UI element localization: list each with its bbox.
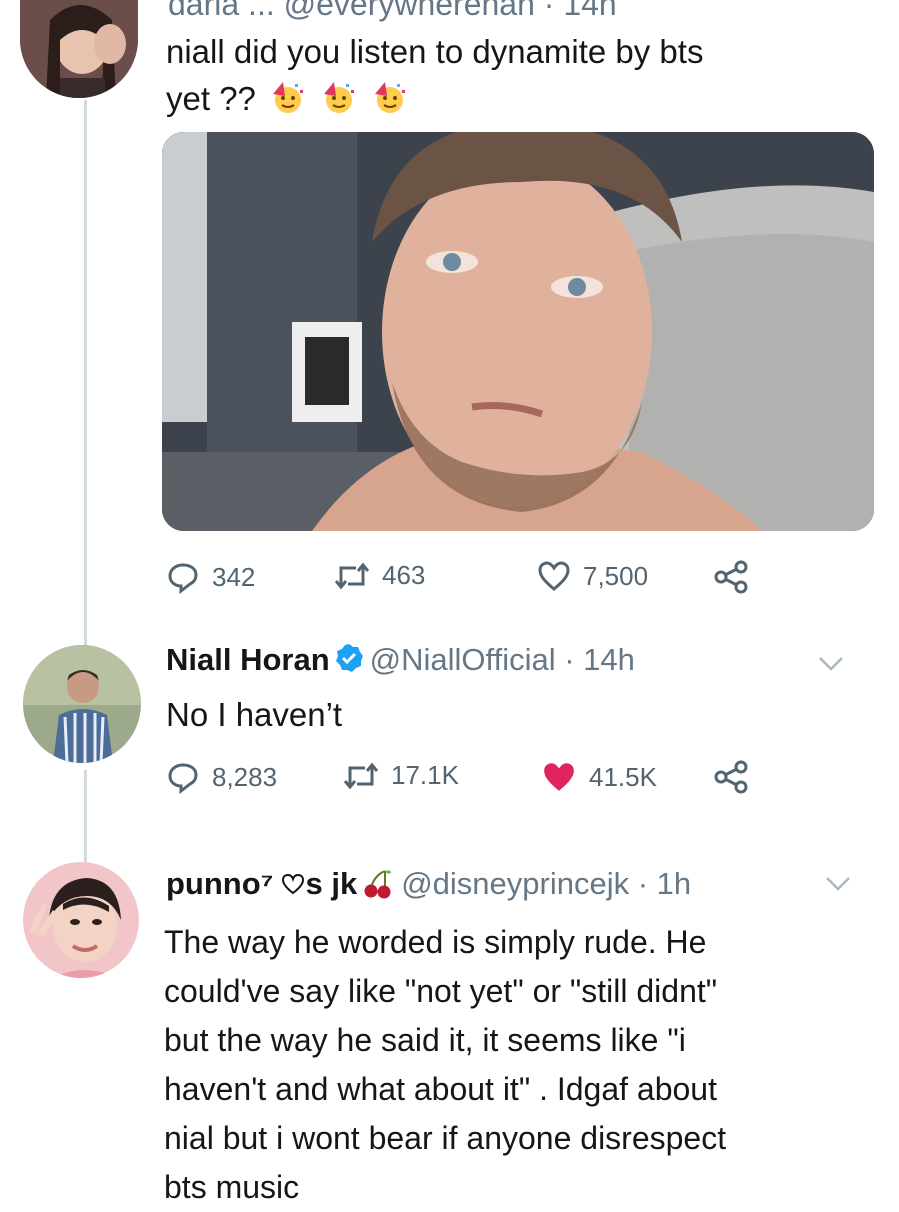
- niall-like-button[interactable]: 41.5K: [541, 760, 657, 794]
- chevron-down-icon[interactable]: [818, 656, 844, 672]
- top-reply-count: 342: [212, 561, 256, 592]
- niall-tweet-header: Niall Horan @NiallOfficial · 14h: [166, 642, 635, 678]
- punno-name-part1: punno⁷: [166, 866, 274, 901]
- heart-outline-icon: [282, 873, 305, 895]
- punno-text-line: bts music: [164, 1169, 300, 1205]
- punno-display-name[interactable]: punno⁷ s jk: [166, 866, 401, 901]
- niall-reply-count: 8,283: [212, 761, 278, 792]
- thread-line-top: [84, 100, 87, 648]
- niall-retweet-button[interactable]: 17.1K: [343, 760, 459, 791]
- partying-face-emoji-icon: [324, 82, 355, 113]
- top-reply-button[interactable]: 342: [166, 560, 255, 594]
- top-share-button[interactable]: [713, 560, 749, 594]
- niall-display-name[interactable]: Niall Horan: [166, 642, 330, 677]
- reply-icon: [168, 563, 198, 594]
- reply-icon: [168, 763, 198, 794]
- top-retweet-button[interactable]: 463: [334, 560, 425, 591]
- avatar-niall[interactable]: [23, 645, 141, 763]
- top-retweet-count: 463: [382, 560, 426, 590]
- share-icon: [714, 760, 748, 794]
- verified-badge-icon: [335, 644, 363, 672]
- tweet-photo[interactable]: [162, 132, 874, 531]
- partying-face-emoji-icon: [375, 82, 406, 113]
- retweet-icon: [334, 562, 370, 589]
- punno-text-line: could've say like "not yet" or "still di…: [164, 973, 718, 1009]
- niall-handle[interactable]: @NiallOfficial · 14h: [370, 642, 635, 677]
- heart-filled-icon: [544, 763, 574, 791]
- punno-text-line: but the way he said it, it seems like "i: [164, 1022, 686, 1058]
- niall-retweet-count: 17.1K: [391, 760, 459, 790]
- top-tweet-text: niall did you listen to dynamite by bts …: [166, 27, 866, 123]
- thread-line-middle: [84, 770, 87, 865]
- cherry-emoji-icon: [364, 870, 392, 899]
- top-tweet-line-2-text: yet ??: [166, 80, 256, 117]
- punno-tweet-text: The way he worded is simply rude. He cou…: [164, 918, 884, 1212]
- retweet-icon: [343, 762, 379, 789]
- top-tweet-line-2: yet ??: [166, 74, 866, 123]
- punno-text-line: nial but i wont bear if anyone disrespec…: [164, 1120, 727, 1156]
- partying-face-emoji-icon: [273, 82, 304, 113]
- top-tweet-line-1: niall did you listen to dynamite by bts: [166, 33, 704, 70]
- share-icon: [714, 560, 748, 594]
- top-like-button[interactable]: 7,500: [537, 560, 648, 592]
- punno-text-line: haven't and what about it" . Idgaf about: [164, 1071, 717, 1107]
- chevron-down-icon[interactable]: [825, 876, 851, 892]
- top-tweet-header-cut: daria ... @everywherehan · 14h: [168, 0, 617, 22]
- top-like-count: 7,500: [583, 560, 649, 591]
- punno-handle[interactable]: @disneyprincejk · 1h: [401, 866, 691, 901]
- heart-outline-icon: [538, 561, 570, 591]
- avatar-daria[interactable]: [20, 0, 138, 98]
- niall-share-button[interactable]: [713, 760, 749, 794]
- portrait-photo-image: [162, 132, 874, 531]
- punno-tweet-header: punno⁷ s jk @disneyprincejk · 1h: [166, 866, 691, 902]
- avatar-punno[interactable]: [23, 862, 139, 978]
- punno-text-line: The way he worded is simply rude. He: [164, 924, 707, 960]
- niall-tweet-text: No I haven’t: [166, 696, 343, 733]
- niall-like-count: 41.5K: [589, 761, 657, 792]
- punno-name-part2: s jk: [305, 866, 358, 901]
- niall-reply-button[interactable]: 8,283: [166, 760, 277, 794]
